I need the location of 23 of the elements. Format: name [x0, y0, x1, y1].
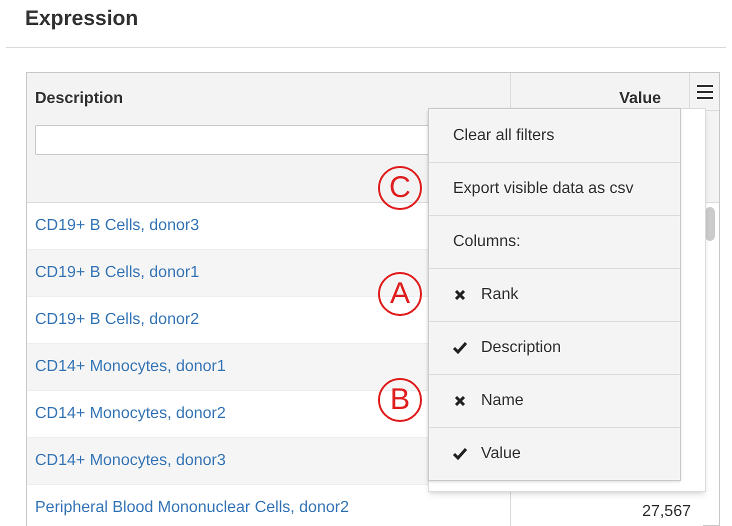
- menu-item[interactable]: Clear all filters: [429, 109, 680, 162]
- description-link[interactable]: CD19+ B Cells, donor2: [35, 308, 200, 332]
- menu-item[interactable]: Rank: [429, 268, 680, 321]
- column-header[interactable]: Description: [35, 87, 124, 111]
- menu-icon[interactable]: [696, 84, 712, 98]
- menu-item[interactable]: Description: [429, 321, 680, 374]
- section-title: Expression: [25, 6, 138, 32]
- annotation-marker: C: [378, 166, 422, 210]
- menu-item[interactable]: Value: [429, 427, 680, 480]
- scrollbar-thumb[interactable]: [705, 207, 715, 241]
- description-link[interactable]: CD19+ B Cells, donor3: [35, 214, 200, 238]
- column-header[interactable]: Value: [619, 87, 661, 107]
- menu-item[interactable]: Name: [429, 374, 680, 427]
- description-link[interactable]: CD14+ Monocytes, donor1: [35, 355, 226, 379]
- description-link[interactable]: CD19+ B Cells, donor1: [35, 261, 200, 285]
- description-link[interactable]: Peripheral Blood Mononuclear Cells, donor2: [35, 496, 349, 520]
- description-link[interactable]: CD14+ Monocytes, donor3: [35, 449, 226, 473]
- menu-item[interactable]: Export visible data as csv: [429, 162, 680, 215]
- description-link[interactable]: CD14+ Monocytes, donor2: [35, 402, 226, 426]
- annotation-marker: A: [378, 272, 422, 316]
- annotation-marker: B: [378, 378, 422, 422]
- menu-heading: Columns:: [429, 215, 680, 268]
- value-cell-text: 27,567: [642, 502, 691, 522]
